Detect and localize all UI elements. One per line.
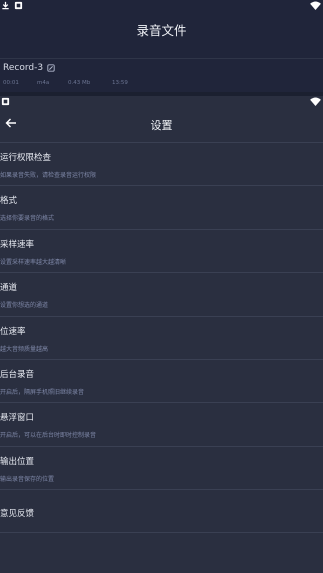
setting-title: 运行权限检查 (0, 153, 52, 163)
recording-item[interactable]: Record-3 00:01 m4a 0.43 Mb 13:59 (0, 58, 323, 92)
settings-screen: 设置 运行权限检查 如果录音失败，请检查录音运行权限 格式 选择你要录音的格式 … (0, 96, 323, 573)
setting-background-recording[interactable]: 后台录音 开启后，隔屏手机照旧继续录音 (0, 358, 323, 402)
setting-subtitle: 越大音频质量越高 (0, 345, 49, 353)
back-button[interactable] (3, 115, 19, 131)
setting-feedback[interactable]: 意见反馈 (0, 489, 323, 534)
setting-subtitle: 如果录音失败，请检查录音运行权限 (0, 172, 97, 179)
setting-subtitle: 设置采样速率越大越清晰 (0, 258, 67, 266)
setting-title: 格式 (0, 196, 18, 207)
setting-title: 位速率 (0, 326, 26, 337)
notification-icon (1, 97, 10, 106)
bottom-area (0, 539, 323, 573)
recording-time: 13:59 (112, 80, 128, 86)
settings-toolbar: 设置 (0, 109, 323, 141)
recording-duration: 00:01 (3, 80, 19, 86)
setting-title: 意见反馈 (0, 509, 35, 520)
settings-list: 运行权限检查 如果录音失败，请检查录音运行权限 格式 选择你要录音的格式 采样速… (0, 142, 323, 534)
setting-title: 后台录音 (0, 369, 35, 380)
back-arrow-icon (5, 118, 16, 128)
status-bar-settings (0, 96, 323, 109)
recording-name: Record-3 (3, 63, 44, 73)
recordings-title: 录音文件 (136, 22, 187, 38)
setting-title: 采样速率 (0, 239, 35, 250)
setting-title: 悬浮窗口 (0, 413, 35, 424)
edit-icon[interactable] (47, 64, 55, 72)
setting-title: 输出位置 (0, 456, 35, 467)
setting-subtitle: 开启后，可以在后台时即时控制录音 (0, 432, 97, 440)
setting-sample-rate[interactable]: 采样速率 设置采样速率越大越清晰 (0, 228, 323, 272)
recording-format: m4a (37, 80, 50, 86)
setting-floating-window[interactable]: 悬浮窗口 开启后，可以在后台时即时控制录音 (0, 402, 323, 445)
setting-title: 通道 (0, 283, 18, 294)
setting-output-location[interactable]: 输出位置 输出录音保存的位置 (0, 445, 323, 489)
setting-format[interactable]: 格式 选择你要录音的格式 (0, 185, 323, 228)
settings-title: 设置 (150, 119, 173, 132)
setting-permission-check[interactable]: 运行权限检查 如果录音失败，请检查录音运行权限 (0, 142, 323, 185)
setting-subtitle: 设置你想选的通道 (0, 302, 49, 310)
setting-subtitle: 输出录音保存的位置 (0, 475, 55, 483)
setting-subtitle: 选择你要录音的格式 (0, 215, 55, 223)
setting-subtitle: 开启后，隔屏手机照旧继续录音 (0, 388, 85, 396)
setting-bitrate[interactable]: 位速率 越大音频质量越高 (0, 315, 323, 359)
wifi-icon (310, 97, 321, 106)
setting-channel[interactable]: 通道 设置你想选的通道 (0, 272, 323, 315)
recording-size: 0.43 Mb (68, 80, 91, 86)
